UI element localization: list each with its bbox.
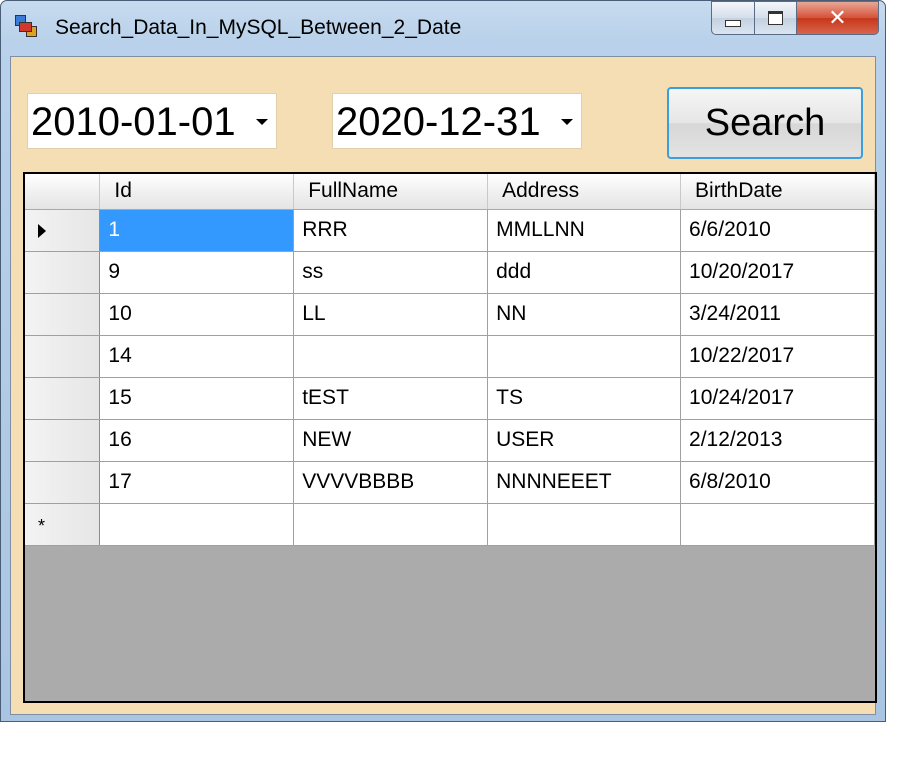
table-cell[interactable]: 6/6/2010 — [680, 209, 875, 252]
table-row[interactable]: 17 VVVVBBBB NNNNEEET 6/8/2010 — [25, 461, 875, 504]
search-button[interactable]: Search — [667, 87, 863, 159]
table-cell[interactable]: 15 — [99, 377, 295, 420]
from-date-picker[interactable]: 2010-01-01 — [27, 93, 277, 149]
maximize-button[interactable] — [755, 1, 797, 35]
minimize-button[interactable] — [711, 1, 755, 35]
table-cell[interactable]: USER — [487, 419, 682, 462]
table-cell[interactable]: LL — [293, 293, 489, 336]
title-bar[interactable]: Search_Data_In_MySQL_Between_2_Date ✕ — [1, 1, 885, 55]
table-row[interactable]: 1 RRR MMLLNN 6/6/2010 — [25, 209, 875, 252]
table-cell[interactable]: 2/12/2013 — [680, 419, 875, 462]
table-cell[interactable] — [680, 503, 875, 546]
new-row-star-icon: * — [38, 515, 46, 536]
table-cell[interactable] — [293, 503, 489, 546]
table-cell[interactable]: 16 — [99, 419, 295, 462]
table-cell[interactable]: 6/8/2010 — [680, 461, 875, 504]
grid-corner-header[interactable] — [25, 174, 101, 210]
data-grid-table: Id FullName Address BirthDate 1 RRR MMLL… — [25, 174, 875, 546]
row-header[interactable] — [25, 461, 101, 504]
grid-header-row: Id FullName Address BirthDate — [25, 174, 875, 210]
table-cell[interactable] — [487, 335, 682, 378]
table-cell[interactable]: NN — [487, 293, 682, 336]
current-row-arrow-icon — [38, 223, 46, 238]
table-cell[interactable]: 14 — [99, 335, 295, 378]
table-cell[interactable] — [487, 503, 682, 546]
table-row[interactable]: 16 NEW USER 2/12/2013 — [25, 419, 875, 462]
table-cell[interactable]: 3/24/2011 — [680, 293, 875, 336]
table-cell[interactable]: 9 — [99, 251, 295, 294]
table-cell[interactable]: tEST — [293, 377, 489, 420]
table-row[interactable]: 9 ss ddd 10/20/2017 — [25, 251, 875, 294]
to-date-picker[interactable]: 2020-12-31 — [332, 93, 582, 149]
column-header-birthdate[interactable]: BirthDate — [680, 174, 875, 210]
table-cell[interactable]: MMLLNN — [487, 209, 682, 252]
column-header-fullname[interactable]: FullName — [293, 174, 489, 210]
table-cell[interactable]: VVVVBBBB — [293, 461, 489, 504]
row-header[interactable] — [25, 251, 101, 294]
minimize-icon — [725, 19, 741, 27]
form-client-area: 2010-01-01 2020-12-31 Search Id FullName… — [10, 56, 877, 715]
table-row[interactable]: 10 LL NN 3/24/2011 — [25, 293, 875, 336]
table-cell[interactable]: TS — [487, 377, 682, 420]
row-header[interactable] — [25, 377, 101, 420]
table-cell[interactable]: ddd — [487, 251, 682, 294]
window-title: Search_Data_In_MySQL_Between_2_Date — [55, 16, 462, 39]
row-header[interactable] — [25, 335, 101, 378]
table-cell[interactable]: ss — [293, 251, 489, 294]
row-header[interactable]: * — [25, 503, 101, 546]
data-grid[interactable]: Id FullName Address BirthDate 1 RRR MMLL… — [23, 172, 877, 703]
table-cell[interactable]: 10/24/2017 — [680, 377, 875, 420]
table-cell[interactable]: NNNNEEET — [487, 461, 682, 504]
app-window: Search_Data_In_MySQL_Between_2_Date ✕ 20… — [0, 0, 886, 722]
column-header-address[interactable]: Address — [487, 174, 682, 210]
table-cell[interactable]: 10/20/2017 — [680, 251, 875, 294]
from-date-value: 2010-01-01 — [31, 100, 236, 144]
row-header[interactable] — [25, 209, 101, 252]
caption-buttons: ✕ — [711, 1, 879, 37]
maximize-icon — [768, 11, 783, 25]
chevron-down-icon[interactable] — [561, 119, 573, 125]
table-cell[interactable]: 17 — [99, 461, 295, 504]
close-button[interactable]: ✕ — [797, 1, 879, 35]
column-header-id[interactable]: Id — [99, 174, 295, 210]
row-header[interactable] — [25, 419, 101, 462]
table-cell[interactable] — [293, 335, 489, 378]
table-cell[interactable]: RRR — [293, 209, 489, 252]
table-row[interactable]: 14 10/22/2017 — [25, 335, 875, 378]
table-row[interactable]: 15 tEST TS 10/24/2017 — [25, 377, 875, 420]
table-cell[interactable]: 10/22/2017 — [680, 335, 875, 378]
to-date-value: 2020-12-31 — [336, 100, 541, 144]
app-icon[interactable] — [15, 15, 39, 39]
table-cell[interactable]: 10 — [99, 293, 295, 336]
chevron-down-icon[interactable] — [256, 119, 268, 125]
close-icon: ✕ — [828, 5, 847, 31]
row-header[interactable] — [25, 293, 101, 336]
new-row[interactable]: * — [25, 503, 875, 546]
table-cell[interactable]: NEW — [293, 419, 489, 462]
table-cell[interactable] — [99, 503, 295, 546]
table-cell[interactable]: 1 — [99, 209, 295, 252]
